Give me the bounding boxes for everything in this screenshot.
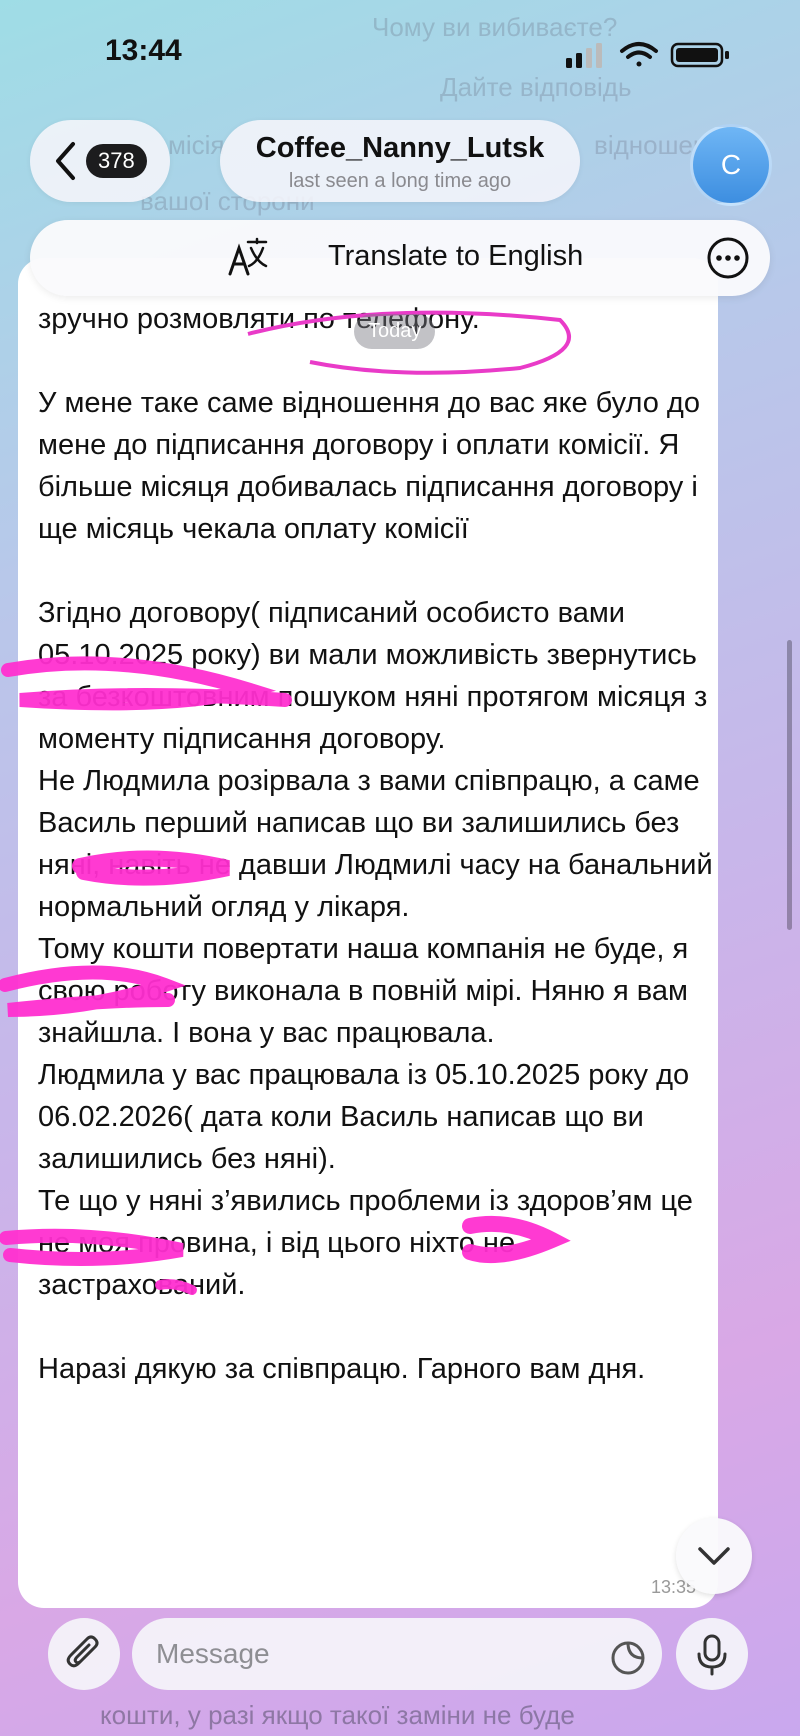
attach-button[interactable] xyxy=(48,1618,120,1690)
status-time: 13:44 xyxy=(105,34,182,67)
paperclip-icon xyxy=(66,1635,99,1668)
mic-button[interactable] xyxy=(676,1618,748,1690)
sticker-icon[interactable] xyxy=(610,1640,646,1676)
avatar[interactable]: C xyxy=(690,124,772,206)
chevron-left-icon xyxy=(56,142,75,180)
chat-title: Coffee_Nanny_Lutsk xyxy=(255,132,545,164)
status-icons xyxy=(566,42,729,68)
more-options-icon[interactable] xyxy=(706,236,750,280)
message-input[interactable] xyxy=(132,1618,662,1690)
chat-title-block[interactable]: Coffee_Nanny_Lutsk last seen a long time… xyxy=(220,120,580,202)
date-chip: Today xyxy=(354,314,436,349)
translate-icon xyxy=(228,237,268,276)
scrollbar-thumb[interactable] xyxy=(787,640,792,930)
message-bubble[interactable]: зручно розмовляти по телефону. У мене та… xyxy=(18,258,718,1608)
translate-bar[interactable]: Translate to English xyxy=(30,220,770,296)
unread-badge: 378 xyxy=(86,144,147,178)
wifi-icon xyxy=(620,42,658,67)
chat-subtitle: last seen a long time ago xyxy=(288,170,512,192)
back-button[interactable]: 378 xyxy=(30,120,170,202)
microphone-icon xyxy=(697,1634,727,1676)
translate-label: Translate to English xyxy=(328,240,584,272)
chevron-down-icon xyxy=(698,1547,730,1565)
status-bar: 13:44 xyxy=(0,0,800,100)
message-text: зручно розмовляти по телефону. У мене та… xyxy=(38,303,713,1385)
signal-icon xyxy=(566,43,602,68)
battery-icon xyxy=(670,42,729,68)
scroll-to-bottom-button[interactable] xyxy=(676,1518,752,1594)
ghost-line: місія xyxy=(168,130,225,160)
composer xyxy=(0,1610,800,1736)
